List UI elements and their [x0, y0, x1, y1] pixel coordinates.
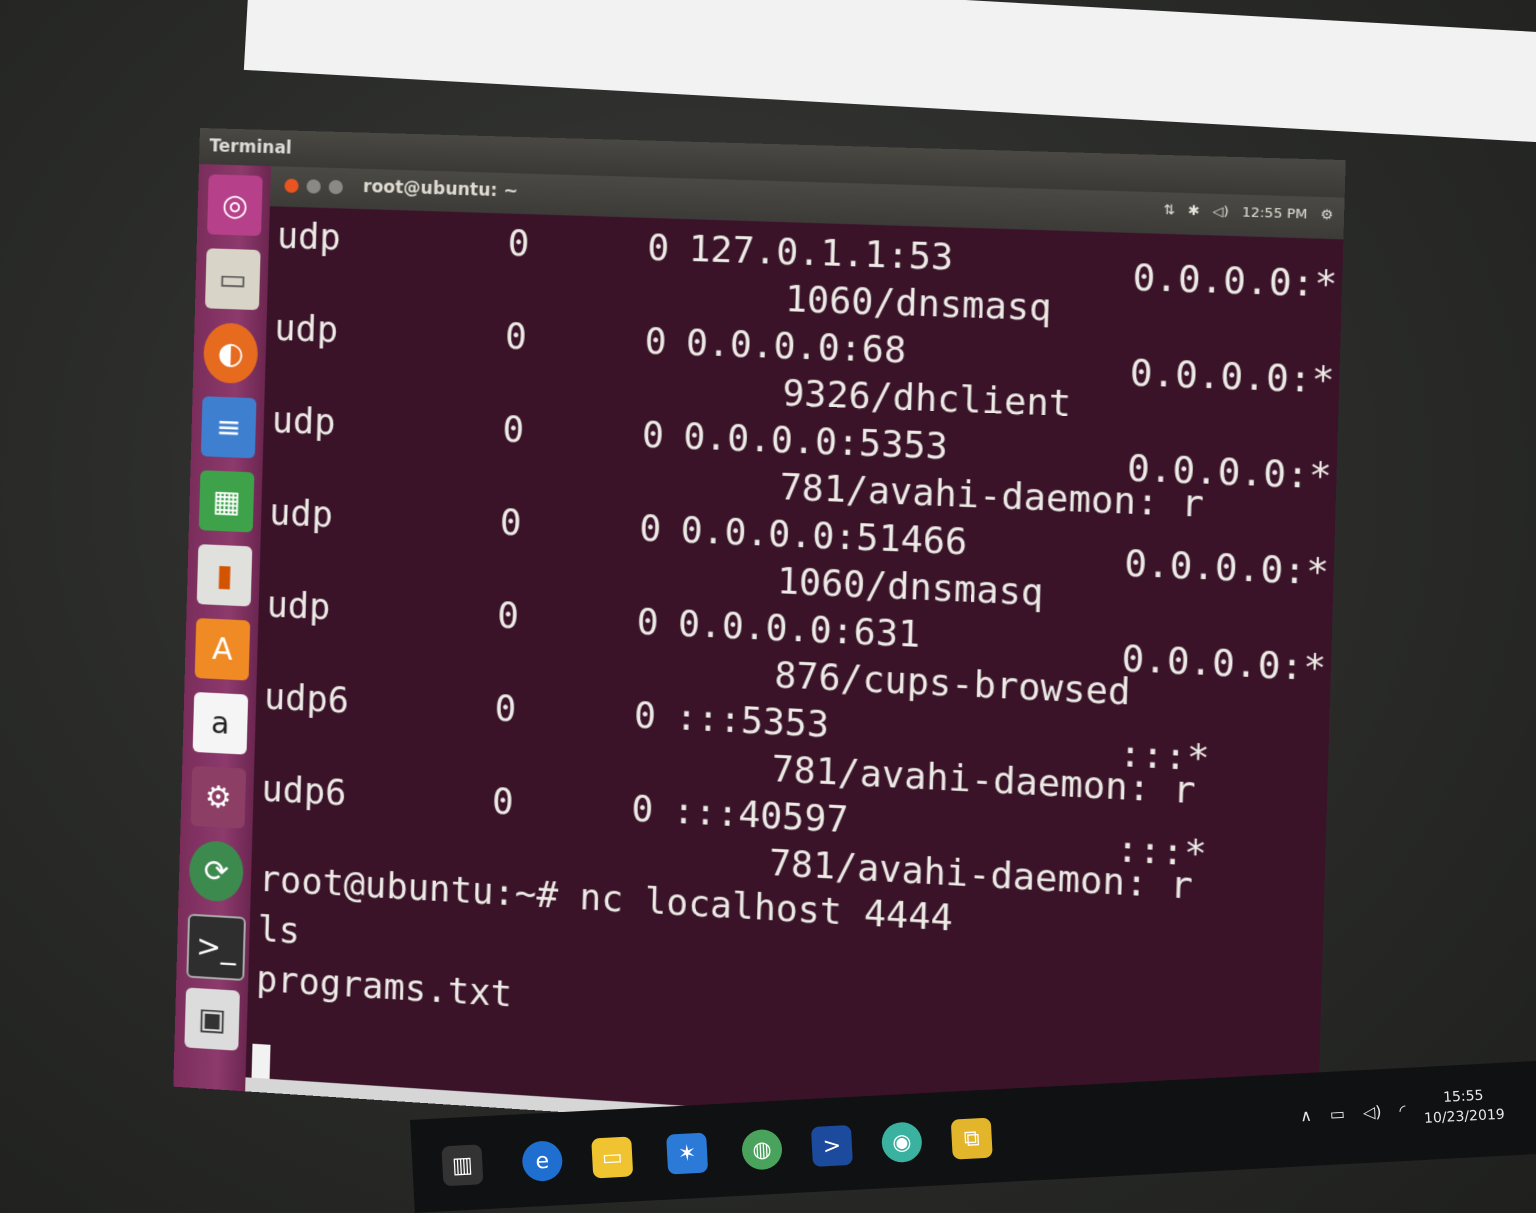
gear-icon[interactable]: ⚙ — [1320, 207, 1333, 223]
netstat-recv: 0 — [501, 409, 525, 452]
firefox-icon[interactable]: ◐ — [202, 322, 259, 385]
netstat-recv: 0 — [491, 781, 515, 824]
netstat-recv: 0 — [499, 502, 523, 545]
netstat-recv: 0 — [494, 688, 517, 731]
amazon-glyph: a — [210, 705, 231, 742]
software-center-icon[interactable]: A — [194, 618, 251, 681]
floppy-icon[interactable]: ▣ — [184, 987, 240, 1051]
amazon-icon[interactable]: a — [192, 691, 249, 755]
netstat-local: :::5353 — [674, 697, 830, 747]
globe-icon[interactable]: ◉ — [880, 1121, 923, 1164]
task-view-icon[interactable]: ▥ — [441, 1144, 484, 1187]
indicator-area: ⇅ ✱ ◁) 12:55 PM ⚙ — [1163, 203, 1333, 224]
netstat-proto: udp — [276, 216, 342, 259]
terminal-output[interactable]: udp 0 0 127.0.1.1:53 0.0.0.0:* 1060/dnsmasq ud… — [245, 206, 1344, 1162]
powershell-icon[interactable]: > — [810, 1124, 853, 1167]
dash-icon[interactable]: ◎ — [207, 174, 263, 237]
netstat-send: 0 — [636, 602, 660, 644]
netstat-local: 0.0.0.0:68 — [685, 323, 907, 372]
minimize-button[interactable] — [306, 179, 321, 194]
tray-clock[interactable]: 15:55 10/23/2019 — [1423, 1085, 1506, 1129]
netstat-foreign: 0.0.0.0:* — [1132, 257, 1338, 307]
netstat-recv: 0 — [507, 223, 530, 265]
netstat-proto: udp — [268, 493, 334, 536]
netstat-recv: 0 — [504, 316, 528, 358]
impress-icon[interactable]: ▮ — [196, 544, 253, 607]
system-settings-icon[interactable]: ⚙ — [190, 765, 247, 829]
netstat-send: 0 — [641, 415, 665, 457]
netstat-program: 1060/dnsmasq — [784, 279, 1053, 330]
terminal-icon[interactable]: >_ — [186, 913, 246, 982]
netstat-proto: udp — [271, 400, 337, 444]
netstat-send: 0 — [644, 321, 668, 364]
netstat-proto: udp6 — [261, 769, 347, 815]
battery-icon[interactable]: ▭ — [1329, 1104, 1345, 1124]
netstat-proto: udp — [266, 585, 331, 629]
netstat-program: 9326/dhclient — [781, 373, 1072, 426]
window-title: root@ubuntu: ~ — [362, 176, 519, 202]
writer-icon[interactable]: ≡ — [200, 396, 257, 459]
background-window-edge — [243, 0, 1536, 148]
netstat-local: 127.0.1.1:53 — [688, 229, 954, 279]
panel-clock[interactable]: 12:55 PM — [1242, 205, 1308, 223]
netstat-foreign: 0.0.0.0:* — [1121, 638, 1327, 690]
netstat-local: 0.0.0.0:631 — [677, 604, 921, 657]
netstat-foreign: 0.0.0.0:* — [1123, 543, 1330, 594]
calc-icon[interactable]: ▦ — [198, 470, 255, 533]
netstat-send: 0 — [646, 228, 670, 270]
speaker-icon[interactable]: ◁) — [1362, 1102, 1382, 1122]
app-icon[interactable]: ✶ — [666, 1132, 709, 1175]
netstat-send: 0 — [633, 695, 657, 738]
browser-icon[interactable]: ◍ — [741, 1128, 784, 1171]
netstat-program: 1060/dnsmasq — [776, 561, 1044, 615]
netstat-local: 0.0.0.0:51466 — [680, 510, 968, 564]
netstat-recv: 0 — [496, 595, 520, 638]
software-glyph: A — [211, 631, 234, 668]
output-line: ls — [257, 909, 301, 953]
software-updater-icon[interactable]: ⟳ — [188, 839, 245, 903]
netstat-foreign: 0.0.0.0:* — [1129, 353, 1336, 403]
tray-date: 10/23/2019 — [1423, 1106, 1506, 1127]
netstat-send: 0 — [630, 789, 654, 831]
network-icon[interactable]: ⇅ — [1163, 203, 1175, 219]
output-line: programs.txt — [255, 959, 513, 1016]
netstat-proto: udp6 — [263, 677, 350, 722]
netstat-send: 0 — [638, 508, 662, 551]
netstat-proto: udp — [273, 308, 339, 352]
netstat-local: :::40597 — [672, 791, 849, 842]
files-icon[interactable]: ▭ — [204, 248, 261, 311]
bluetooth-icon[interactable]: ✱ — [1188, 203, 1200, 219]
vmware-icon[interactable]: ⧉ — [950, 1117, 993, 1160]
wifi-icon[interactable]: ◜ — [1399, 1100, 1406, 1119]
maximize-button[interactable] — [328, 179, 344, 195]
vm-window: Terminal ◎ ▭ ◐ ≡ ▦ ▮ A a ⚙ ⟳ >_ ▣ root@u… — [173, 128, 1346, 1162]
close-button[interactable] — [284, 178, 299, 194]
netstat-local: 0.0.0.0:5353 — [682, 416, 949, 469]
chevron-up-icon[interactable]: ∧ — [1300, 1105, 1313, 1125]
edge-icon[interactable]: e — [521, 1140, 564, 1183]
volume-icon[interactable]: ◁) — [1212, 204, 1229, 220]
file-explorer-icon[interactable]: ▭ — [591, 1136, 634, 1179]
